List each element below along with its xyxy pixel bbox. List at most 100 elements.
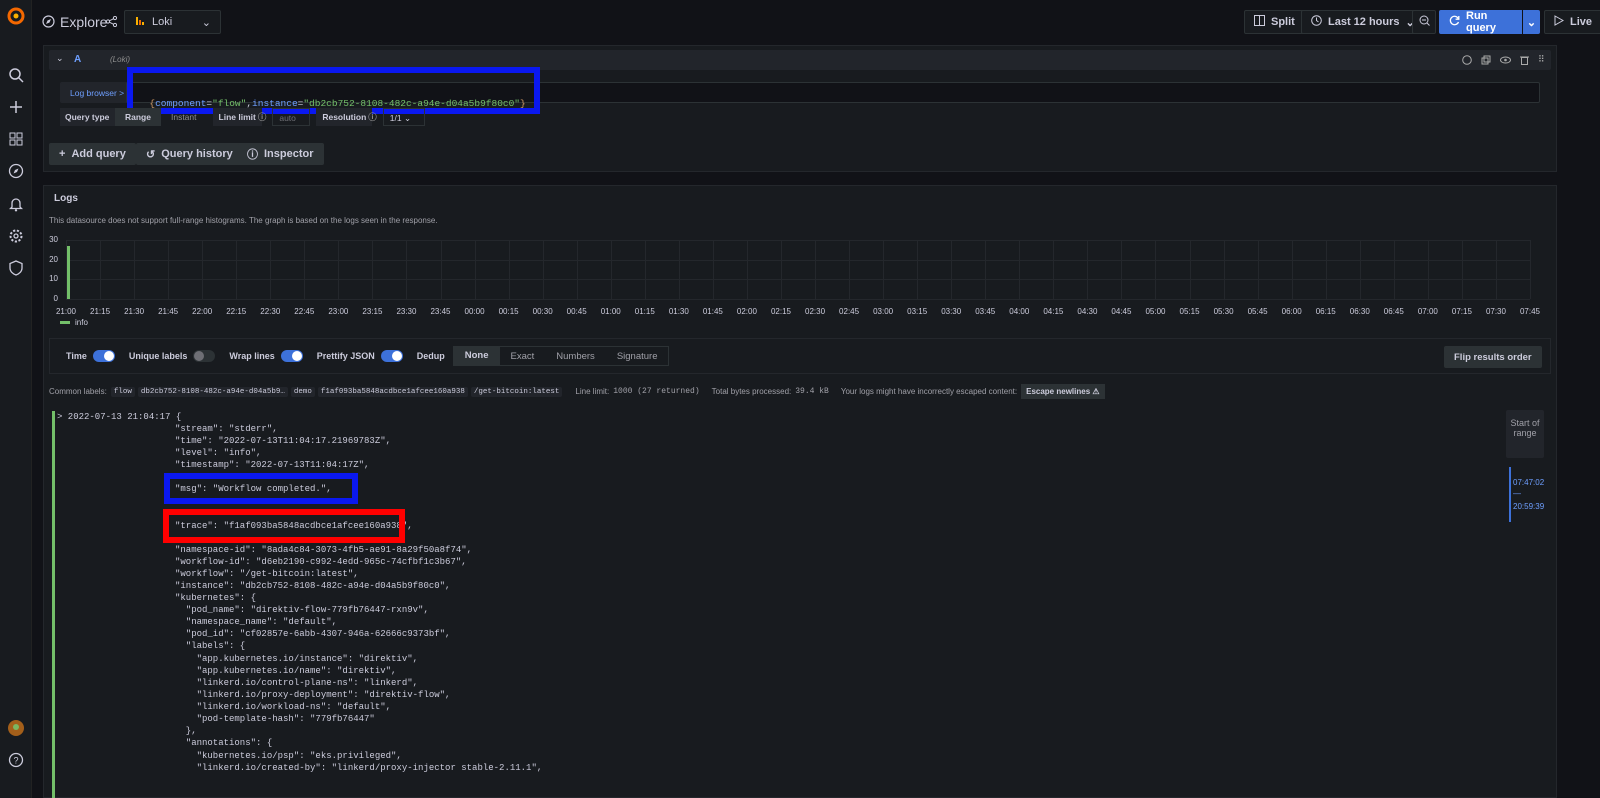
- x-tick-label: 00:30: [532, 307, 553, 316]
- option-dedup: Dedup: [417, 351, 445, 361]
- y-tick-label: 20: [49, 254, 58, 264]
- eye-icon[interactable]: [1500, 54, 1511, 68]
- gear-icon[interactable]: [6, 226, 26, 246]
- x-tick-label: 04:15: [1043, 307, 1064, 316]
- x-tick-label: 06:30: [1349, 307, 1370, 316]
- dedup-exact[interactable]: Exact: [500, 351, 546, 362]
- resolution-select[interactable]: 1/1 ⌄: [382, 108, 425, 126]
- unique-labels-switch[interactable]: [193, 350, 216, 362]
- split-button[interactable]: Split: [1244, 10, 1305, 34]
- escape-newlines-button[interactable]: Escape newlines ⚠: [1021, 384, 1105, 399]
- run-query-label: Run query: [1466, 10, 1496, 34]
- option-unique-labels[interactable]: Unique labels: [129, 350, 216, 362]
- help-icon[interactable]: ?: [6, 750, 26, 770]
- dashboards-icon[interactable]: [6, 129, 26, 149]
- common-label: f1af093ba5848acdbce1afcee160a938: [317, 386, 468, 397]
- query-datasource-hint: (Loki): [110, 55, 131, 64]
- log-row-header[interactable]: > 2022-07-13 21:04:17 {: [57, 411, 181, 423]
- run-query-dropdown[interactable]: ⌄: [1523, 10, 1540, 34]
- wrap-lines-switch[interactable]: [280, 350, 303, 362]
- x-tick-label: 07:45: [1519, 307, 1541, 316]
- range-to: 20:59:39: [1513, 502, 1545, 511]
- x-tick-label: 07:00: [1417, 307, 1438, 316]
- search-icon[interactable]: [6, 65, 26, 85]
- query-history-button[interactable]: ↺ Query history: [136, 143, 243, 165]
- query-options-row: Query type Range Instant Line limit ⓘ au…: [60, 108, 425, 126]
- x-tick-label: 02:00: [736, 307, 757, 316]
- chevron-down-icon: ⌄: [201, 16, 211, 29]
- query-history-label: Query history: [161, 148, 233, 160]
- common-label: /get-bitcoin:latest: [470, 386, 563, 397]
- query-type-range[interactable]: Range: [115, 108, 161, 126]
- escape-warning: Your logs might have incorrectly escaped…: [840, 387, 1018, 396]
- run-query-button[interactable]: Run query: [1439, 10, 1522, 34]
- dedup-numbers[interactable]: Numbers: [545, 351, 606, 362]
- x-tick-label: 22:45: [294, 307, 315, 316]
- range-dash: —: [1513, 489, 1521, 498]
- x-tick-label: 23:15: [362, 307, 383, 316]
- x-tick-label: 05:45: [1247, 307, 1268, 316]
- loki-icon: [134, 15, 146, 30]
- shield-icon[interactable]: [6, 258, 26, 278]
- avatar[interactable]: [6, 718, 26, 738]
- range-segment[interactable]: [1509, 467, 1511, 522]
- datasource-picker[interactable]: Loki ⌄: [124, 10, 221, 34]
- highlight-box-msg: [164, 473, 358, 504]
- log-browser-button[interactable]: Log browser >: [60, 82, 135, 103]
- log-line: "stream": "stderr",: [175, 424, 278, 434]
- refresh-icon: [1449, 15, 1460, 29]
- drag-handle-icon[interactable]: ⠿: [1538, 54, 1545, 68]
- line-limit-input[interactable]: auto: [272, 108, 311, 126]
- highlight-box-trace: [163, 509, 405, 543]
- x-tick-label: 04:30: [1077, 307, 1098, 316]
- start-of-range-button[interactable]: Start of range: [1506, 410, 1544, 458]
- x-tick-label: 22:30: [260, 307, 281, 316]
- line-limit-label: Line limit: [212, 108, 262, 126]
- x-tick-label: 06:00: [1281, 307, 1302, 316]
- resolution-value: 1/1: [389, 113, 402, 123]
- query-ref-id[interactable]: A: [74, 54, 81, 65]
- datasource-name: Loki: [152, 16, 173, 28]
- trash-icon[interactable]: [1520, 54, 1529, 68]
- prettify-switch[interactable]: [380, 350, 403, 362]
- log-line: "namespace_name": "default",: [175, 617, 338, 627]
- dedup-none[interactable]: None: [453, 347, 500, 365]
- query-type-instant[interactable]: Instant: [161, 108, 207, 126]
- x-tick-label: 05:30: [1213, 307, 1234, 316]
- flip-results-button[interactable]: Flip results order: [1444, 346, 1542, 368]
- x-tick-label: 03:45: [975, 307, 996, 316]
- option-wrap-lines[interactable]: Wrap lines: [229, 350, 303, 362]
- resolution-label: Resolution: [316, 108, 373, 126]
- share-icon[interactable]: [105, 15, 118, 30]
- compass-icon[interactable]: [6, 161, 26, 181]
- log-line: "app.kubernetes.io/name": "direktiv",: [175, 666, 397, 676]
- grid-line-v: [576, 240, 578, 299]
- option-prettify-json[interactable]: Prettify JSON: [317, 350, 403, 362]
- histogram-bar[interactable]: [67, 245, 70, 299]
- grafana-logo-icon[interactable]: [6, 6, 26, 26]
- live-button[interactable]: Live: [1544, 10, 1600, 34]
- time-range-picker[interactable]: Last 12 hours ⌄: [1301, 10, 1425, 34]
- grid-line-v: [1189, 240, 1191, 299]
- x-tick-label: 02:30: [805, 307, 826, 316]
- bell-icon[interactable]: [6, 194, 26, 214]
- collapse-icon[interactable]: ⌄: [56, 53, 64, 64]
- add-query-button[interactable]: + Add query: [49, 143, 136, 165]
- zoom-out-button[interactable]: [1412, 10, 1436, 34]
- add-query-label: Add query: [71, 148, 126, 160]
- y-tick-label: 0: [53, 294, 58, 303]
- escape-newlines-label: Escape newlines: [1026, 387, 1091, 396]
- grid-line-v: [746, 240, 748, 299]
- legend-label[interactable]: info: [75, 318, 88, 327]
- x-tick-label: 07:30: [1485, 307, 1506, 316]
- option-time[interactable]: Time: [66, 350, 115, 362]
- help-icon[interactable]: [1462, 54, 1472, 68]
- dedup-signature[interactable]: Signature: [606, 351, 669, 362]
- plus-icon[interactable]: [6, 97, 26, 117]
- time-switch[interactable]: [92, 350, 115, 362]
- duplicate-icon[interactable]: [1481, 54, 1491, 68]
- line-limit-title: Line limit:: [575, 387, 610, 396]
- grid-line-v: [168, 240, 170, 299]
- inspector-button[interactable]: ⓘ Inspector: [237, 143, 324, 165]
- time-range-label: Last 12 hours: [1328, 16, 1400, 28]
